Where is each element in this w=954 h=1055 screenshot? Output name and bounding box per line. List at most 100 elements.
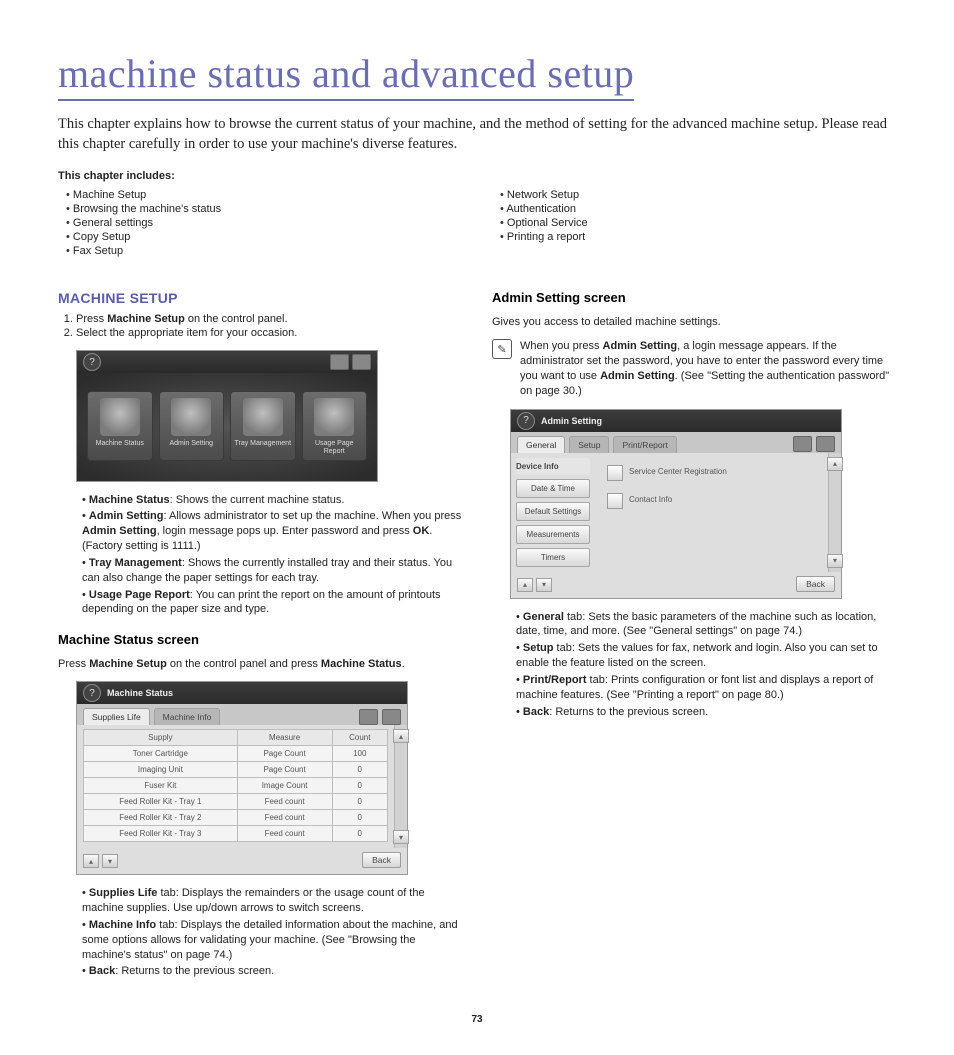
back-button[interactable]: Back [796, 576, 835, 592]
status-screen-heading: Machine Status screen [58, 632, 462, 647]
scrollbar[interactable]: ▴ ▾ [828, 453, 841, 572]
page-number: 73 [58, 1014, 896, 1025]
side-measurements[interactable]: Measurements [516, 525, 590, 544]
scroll-down-icon[interactable]: ▾ [827, 554, 843, 568]
tab-general[interactable]: General [517, 436, 565, 453]
machine-setup-steps: Press Machine Setup on the control panel… [58, 312, 462, 340]
list-item: Back: Returns to the previous screen. [82, 963, 462, 980]
tile[interactable]: Tray Management [230, 391, 296, 460]
tile-icon [171, 398, 211, 436]
screenshot-tiles: ? Machine Status Admin Setting Tray Manage… [76, 350, 378, 481]
intro-text: This chapter explains how to browse the … [58, 115, 896, 154]
tile-icon [243, 398, 283, 436]
includes-heading: This chapter includes: [58, 170, 896, 182]
list-item: General tab: Sets the basic parameters o… [516, 609, 896, 641]
list-item: Print/Report tab: Prints configuration o… [516, 672, 896, 704]
status-screen-lead: Press Machine Setup on the control panel… [58, 658, 462, 670]
admin-screen-heading: Admin Setting screen [492, 290, 896, 305]
table-row: Feed Roller Kit - Tray 1Feed count0 [84, 794, 388, 810]
list-item: Optional Service [492, 216, 896, 230]
scroll-up-icon[interactable]: ▴ [827, 457, 843, 471]
tab-setup[interactable]: Setup [569, 436, 609, 453]
login-icon[interactable] [793, 436, 812, 452]
scroll-down-icon[interactable]: ▾ [393, 830, 409, 844]
tab-machine-info[interactable]: Machine Info [154, 708, 221, 725]
status-screen-bullets: Supplies Life tab: Displays the remainde… [82, 885, 462, 980]
side-date-time[interactable]: Date & Time [516, 479, 590, 498]
list-item: Authentication [492, 202, 896, 216]
login-icon[interactable] [359, 709, 378, 725]
tab-supplies-life[interactable]: Supplies Life [83, 708, 150, 725]
table-row: Toner CartridgePage Count100 [84, 746, 388, 762]
table-row: Feed Roller Kit - Tray 2Feed count0 [84, 810, 388, 826]
col-measure: Measure [237, 730, 332, 746]
checkbox[interactable] [607, 465, 623, 481]
tile-label: Machine Status [96, 440, 144, 448]
list-item: Fax Setup [58, 244, 462, 258]
list-item: Setup tab: Sets the values for fax, netw… [516, 640, 896, 672]
supplies-table: Supply Measure Count Toner CartridgePage… [83, 729, 388, 842]
machine-setup-bullets: Machine Status: Shows the current machin… [82, 492, 462, 619]
col-count: Count [332, 730, 387, 746]
list-item: Press Machine Setup on the control panel… [76, 312, 462, 326]
page-up-icon[interactable]: ▴ [517, 578, 533, 592]
login-icon[interactable] [330, 354, 349, 370]
home-icon[interactable] [352, 354, 371, 370]
list-item: Machine Status: Shows the current machin… [82, 492, 462, 509]
list-item: Supplies Life tab: Displays the remainde… [82, 885, 462, 917]
side-default-settings[interactable]: Default Settings [516, 502, 590, 521]
list-item: Back: Returns to the previous screen. [516, 704, 896, 721]
tile-label: Tray Management [234, 440, 291, 448]
list-item: Printing a report [492, 230, 896, 244]
side-timers[interactable]: Timers [516, 548, 590, 567]
note-icon: ✎ [492, 339, 512, 359]
list-item: Network Setup [492, 188, 896, 202]
back-button[interactable]: Back [362, 852, 401, 868]
check-label: Service Center Registration [629, 468, 727, 477]
page-title: machine status and advanced setup [58, 50, 634, 101]
page-up-icon[interactable]: ▴ [83, 854, 99, 868]
tile-icon [314, 398, 354, 436]
help-icon[interactable]: ? [83, 684, 101, 702]
machine-setup-heading: MACHINE SETUP [58, 290, 462, 306]
tile[interactable]: Admin Setting [159, 391, 225, 460]
list-item: Copy Setup [58, 230, 462, 244]
help-icon[interactable]: ? [517, 412, 535, 430]
admin-screen-lead: Gives you access to detailed machine set… [492, 316, 896, 328]
list-item: General settings [58, 216, 462, 230]
list-item: Tray Management: Shows the currently ins… [82, 555, 462, 587]
side-header: Device Info [516, 458, 590, 475]
check-label: Contact Info [629, 496, 672, 505]
table-row: Fuser KitImage Count0 [84, 778, 388, 794]
home-icon[interactable] [816, 436, 835, 452]
checkbox[interactable] [607, 493, 623, 509]
admin-note: When you press Admin Setting, a login me… [520, 339, 896, 398]
list-item: Select the appropriate item for your occ… [76, 326, 462, 340]
tab-print-report[interactable]: Print/Report [613, 436, 676, 453]
table-row: Imaging UnitPage Count0 [84, 762, 388, 778]
toc-left: Machine SetupBrowsing the machine's stat… [58, 188, 462, 258]
list-item: Usage Page Report: You can print the rep… [82, 587, 462, 619]
tile[interactable]: Usage Page Report [302, 391, 368, 460]
toc-right: Network SetupAuthenticationOptional Serv… [492, 188, 896, 244]
page-down-icon[interactable]: ▾ [102, 854, 118, 868]
list-item: Machine Setup [58, 188, 462, 202]
home-icon[interactable] [382, 709, 401, 725]
tile[interactable]: Machine Status [87, 391, 153, 460]
page-down-icon[interactable]: ▾ [536, 578, 552, 592]
admin-screen-bullets: General tab: Sets the basic parameters o… [516, 609, 896, 721]
scrollbar[interactable]: ▴ ▾ [394, 725, 407, 848]
list-item: Admin Setting: Allows administrator to s… [82, 508, 462, 555]
tile-row: Machine Status Admin Setting Tray Manageme… [77, 373, 377, 480]
tile-icon [100, 398, 140, 436]
list-item: Browsing the machine's status [58, 202, 462, 216]
shot-title: Admin Setting [541, 416, 602, 426]
screenshot-status: ? Machine Status Supplies Life Machine I… [76, 681, 408, 875]
table-row: Feed Roller Kit - Tray 3Feed count0 [84, 826, 388, 842]
help-icon[interactable]: ? [83, 353, 101, 371]
col-supply: Supply [84, 730, 238, 746]
tile-label: Admin Setting [169, 440, 213, 448]
shot-title: Machine Status [107, 688, 173, 698]
list-item: Machine Info tab: Displays the detailed … [82, 917, 462, 964]
scroll-up-icon[interactable]: ▴ [393, 729, 409, 743]
